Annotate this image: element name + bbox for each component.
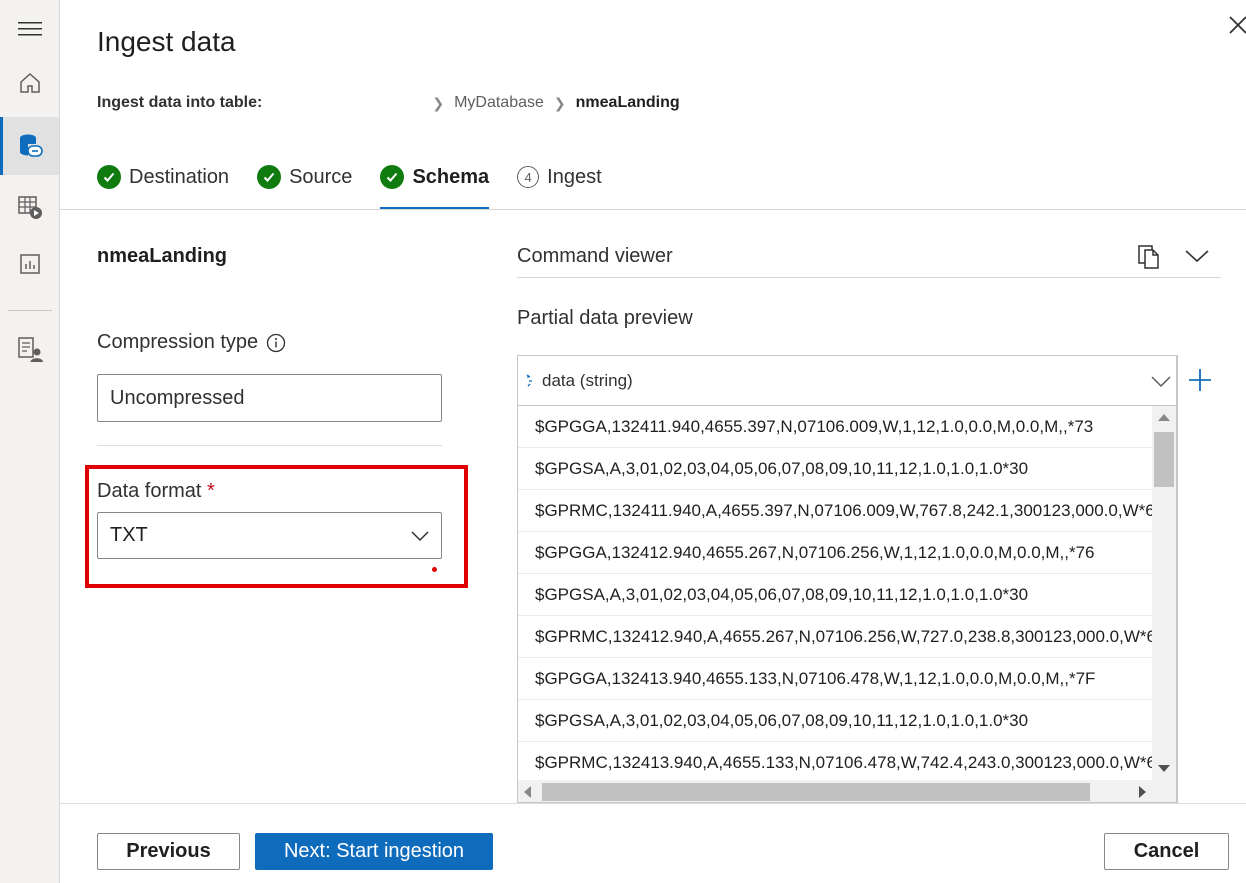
table-row[interactable]: $GPRMC,132412.940,A,4655.267,N,07106.256… <box>518 616 1152 658</box>
tab-schema[interactable]: Schema <box>380 150 489 210</box>
copy-icon[interactable] <box>1136 243 1162 271</box>
rail-divider <box>8 310 52 311</box>
info-icon[interactable] <box>266 333 286 353</box>
tab-label: Source <box>289 165 353 188</box>
chevron-down-icon[interactable] <box>1150 374 1172 388</box>
table-row[interactable]: $GPGSA,A,3,01,02,03,04,05,06,07,08,09,10… <box>518 574 1152 616</box>
wizard-tabs: Destination Source Schema 4 Ingest <box>97 150 630 210</box>
breadcrumb: Ingest data into table: ❯ MyDatabase ❯ n… <box>97 93 680 113</box>
plus-icon <box>1188 369 1211 391</box>
breadcrumb-label: Ingest data into table: <box>97 94 263 111</box>
tab-ingest[interactable]: 4 Ingest <box>517 150 602 210</box>
step-number-icon: 4 <box>517 166 540 188</box>
compression-type-label: Compression type <box>97 331 286 354</box>
preview-rows: $GPGGA,132411.940,4655.397,N,07106.009,W… <box>518 406 1152 780</box>
column-header[interactable]: data (string) <box>518 356 1176 406</box>
check-circle-icon <box>97 165 121 189</box>
ingest-panel: Ingest data Ingest data into table: ❯ My… <box>60 0 1246 883</box>
compression-type-text: Compression type <box>97 331 259 353</box>
column-header-label-wrap: data (string) <box>526 371 633 391</box>
command-viewer-title[interactable]: Command viewer <box>517 245 673 268</box>
chevron-down-icon[interactable] <box>1184 246 1210 266</box>
table-row[interactable]: $GPGGA,132413.940,4655.133,N,07106.478,W… <box>518 658 1152 700</box>
data-format-label: Data format * <box>97 480 215 503</box>
hamburger-icon <box>17 22 42 36</box>
table-play-icon <box>17 196 42 219</box>
tab-label: Ingest <box>547 165 602 188</box>
data-format-value: TXT <box>110 524 148 546</box>
breadcrumb-database[interactable]: MyDatabase <box>454 94 544 112</box>
vertical-scrollbar[interactable] <box>1152 406 1176 780</box>
database-link-icon <box>19 134 43 157</box>
tab-label: Schema <box>412 165 490 188</box>
table-row[interactable]: $GPRMC,132411.940,A,4655.397,N,07106.009… <box>518 490 1152 532</box>
manage-nav-button[interactable] <box>0 320 59 378</box>
chart-icon <box>19 254 40 274</box>
previous-button[interactable]: Previous <box>97 833 240 870</box>
section-divider <box>97 445 442 446</box>
close-icon <box>1229 16 1246 34</box>
home-nav-button[interactable] <box>0 54 59 112</box>
data-preview-grid: data (string) $GPGGA,132411.940,4655.397… <box>517 355 1177 803</box>
table-row[interactable]: $GPRMC,132413.940,A,4655.133,N,07106.478… <box>518 742 1152 780</box>
user-document-icon <box>17 337 43 362</box>
table-row[interactable]: $GPGGA,132412.940,4655.267,N,07106.256,W… <box>518 532 1152 574</box>
compression-type-field[interactable]: Uncompressed <box>97 374 442 422</box>
tab-divider <box>60 209 1246 210</box>
cancel-button[interactable]: Cancel <box>1104 833 1229 870</box>
dashboard-nav-button[interactable] <box>0 235 59 293</box>
page-title: Ingest data <box>97 26 236 57</box>
column-type-icon <box>526 373 532 386</box>
home-icon <box>19 72 40 93</box>
tab-destination[interactable]: Destination <box>97 150 229 210</box>
data-format-dropdown[interactable]: TXT <box>97 512 442 559</box>
chevron-right-icon: ❯ <box>553 94 566 111</box>
partial-data-preview-title: Partial data preview <box>517 307 693 329</box>
table-row[interactable]: $GPGSA,A,3,01,02,03,04,05,06,07,08,09,10… <box>518 700 1152 742</box>
scroll-left-icon[interactable] <box>524 786 531 798</box>
check-circle-icon <box>257 165 282 189</box>
annotation-dot <box>432 567 437 572</box>
table-nav-button[interactable] <box>0 178 59 236</box>
column-header-label: data (string) <box>542 370 633 390</box>
table-name-heading: nmeaLanding <box>97 245 228 267</box>
scrollbar-corner <box>1152 780 1176 802</box>
scroll-up-icon[interactable] <box>1158 414 1170 421</box>
next-start-ingestion-button[interactable]: Next: Start ingestion <box>255 833 493 870</box>
table-row[interactable]: $GPGSA,A,3,01,02,03,04,05,06,07,08,09,10… <box>518 448 1152 490</box>
command-viewer-divider <box>517 277 1221 278</box>
check-circle-icon <box>380 165 405 189</box>
close-button[interactable] <box>1225 12 1246 38</box>
required-marker: * <box>207 480 215 502</box>
scroll-down-icon[interactable] <box>1158 765 1170 772</box>
horizontal-scrollbar[interactable] <box>518 780 1152 802</box>
chevron-down-icon <box>411 530 429 541</box>
footer-divider <box>60 803 1246 804</box>
hamburger-menu-button[interactable] <box>0 0 59 58</box>
tab-source[interactable]: Source <box>257 150 352 210</box>
vertical-scroll-thumb[interactable] <box>1154 432 1174 487</box>
horizontal-scroll-thumb[interactable] <box>542 783 1090 801</box>
scroll-right-icon[interactable] <box>1139 786 1146 798</box>
table-row[interactable]: $GPGGA,132411.940,4655.397,N,07106.009,W… <box>518 406 1152 448</box>
data-format-text: Data format <box>97 480 202 502</box>
tab-label: Destination <box>129 165 230 188</box>
data-nav-button[interactable] <box>0 117 59 175</box>
breadcrumb-table: nmeaLanding <box>575 94 680 111</box>
chevron-right-icon: ❯ <box>432 94 445 111</box>
add-column-button[interactable] <box>1177 355 1221 803</box>
left-rail <box>0 0 60 883</box>
